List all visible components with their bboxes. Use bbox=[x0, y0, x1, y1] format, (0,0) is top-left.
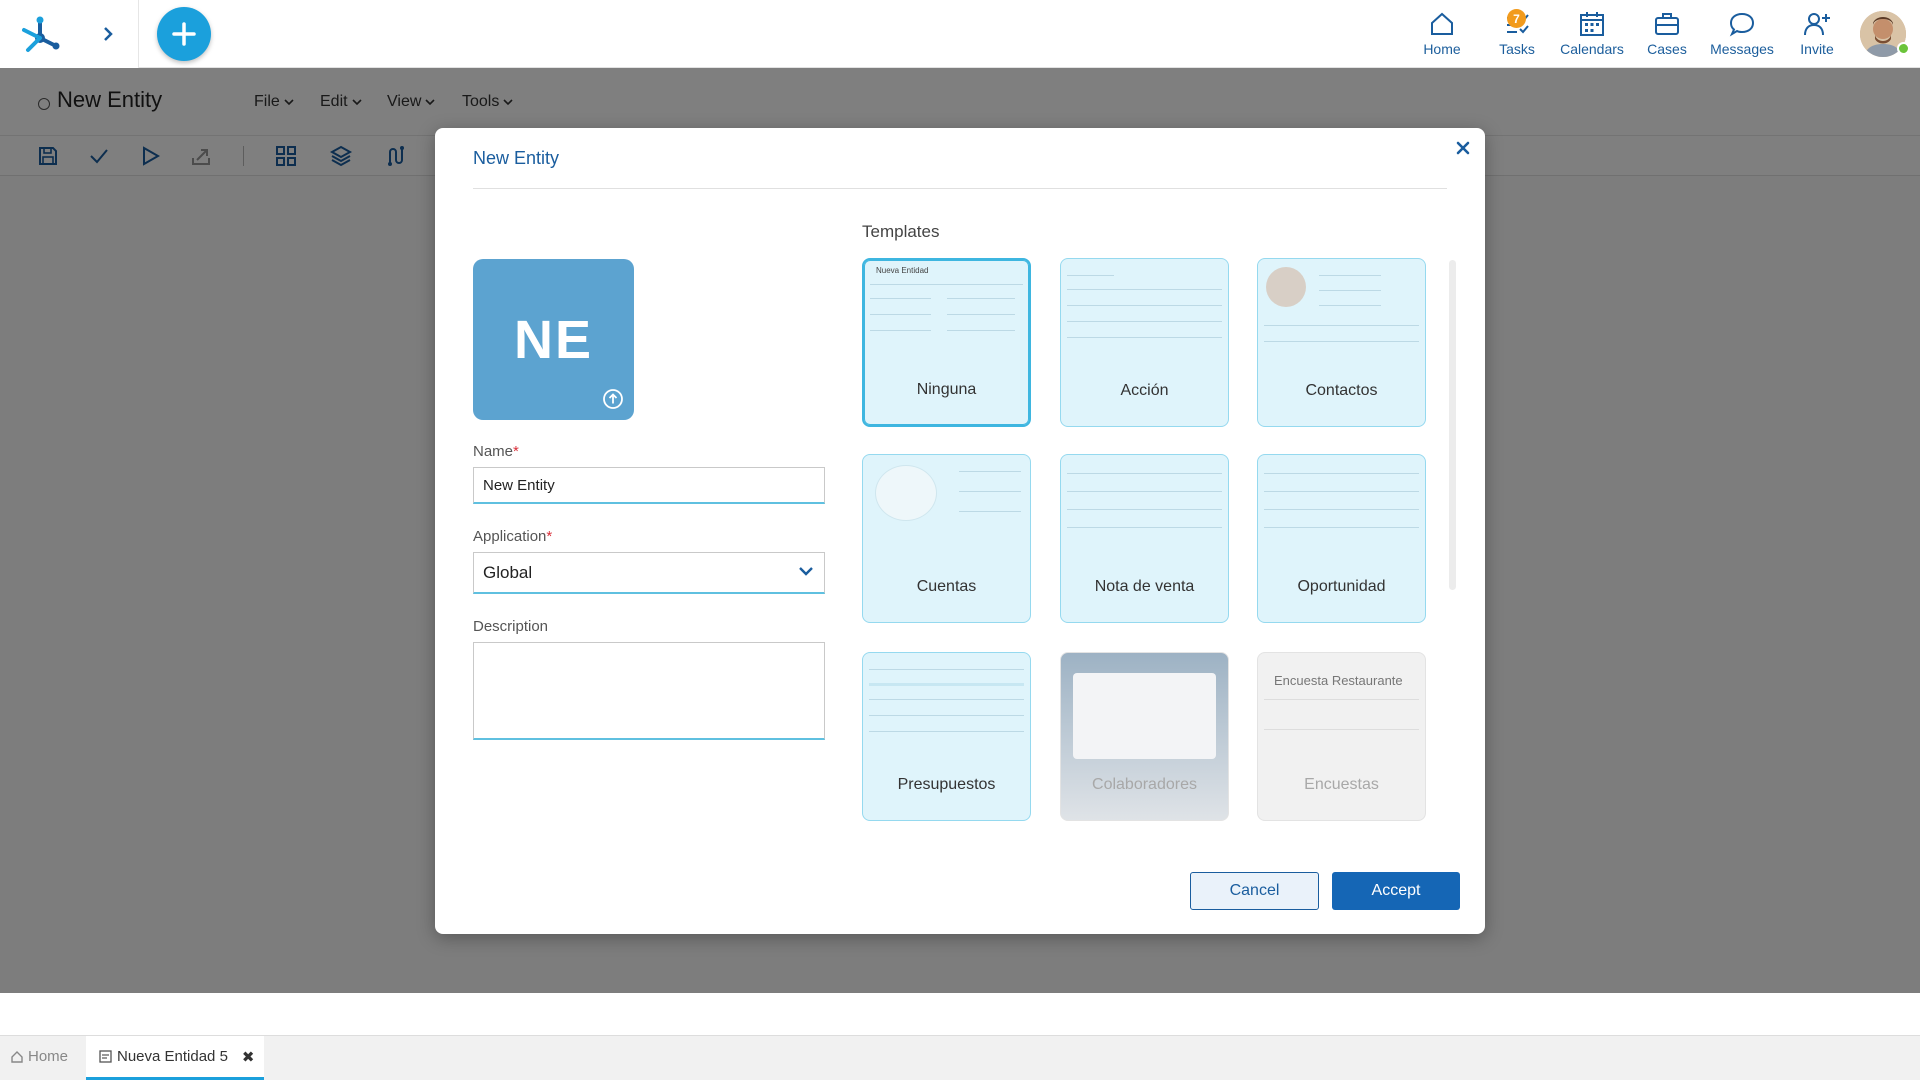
home-icon bbox=[1431, 12, 1453, 35]
chevron-right-icon[interactable] bbox=[96, 22, 120, 46]
template-label: Presupuestos bbox=[897, 776, 996, 793]
template-label: Cuentas bbox=[916, 578, 977, 595]
application-value: Global bbox=[483, 562, 533, 582]
description-field[interactable] bbox=[473, 642, 825, 740]
template-oportunidad[interactable]: Oportunidad bbox=[1257, 454, 1426, 623]
application-label-text: Application bbox=[473, 528, 547, 545]
logo-area bbox=[0, 0, 139, 68]
name-label: Name* bbox=[473, 443, 519, 460]
tab-active-label: Nueva Entidad 5 bbox=[117, 1048, 228, 1065]
briefcase-icon bbox=[1655, 13, 1679, 35]
nav-messages-label: Messages bbox=[1710, 41, 1774, 57]
top-navigation-bar: Home 7 Tasks Calendars Cases Messages In… bbox=[0, 0, 1920, 68]
template-preview-title: Nueva Entidad bbox=[876, 266, 929, 275]
nav-invite-label: Invite bbox=[1800, 41, 1834, 57]
entity-icon-tile[interactable]: NE bbox=[473, 259, 634, 420]
template-preview bbox=[869, 461, 1024, 551]
template-label: Acción bbox=[1120, 382, 1169, 399]
nav-home-label: Home bbox=[1423, 41, 1461, 57]
close-icon[interactable] bbox=[1454, 139, 1472, 157]
nav-messages[interactable]: Messages bbox=[1702, 9, 1782, 61]
cancel-button[interactable]: Cancel bbox=[1190, 872, 1319, 910]
plus-icon bbox=[172, 22, 196, 46]
application-select[interactable]: Global bbox=[473, 552, 825, 594]
template-colaboradores[interactable]: Colaboradores bbox=[1060, 652, 1229, 821]
bottom-tab-bar: Home Nueva Entidad 5 ✖ bbox=[0, 1035, 1920, 1080]
template-accion[interactable]: Acción bbox=[1060, 258, 1229, 427]
template-preview bbox=[1264, 461, 1419, 551]
nav-calendars[interactable]: Calendars bbox=[1552, 9, 1632, 61]
template-label: Ninguna bbox=[916, 381, 977, 398]
template-preview bbox=[1067, 659, 1222, 759]
logo-placeholder bbox=[875, 465, 937, 521]
template-preview: Nueva Entidad bbox=[870, 266, 1023, 356]
nav-invite[interactable]: Invite bbox=[1777, 9, 1857, 61]
home-icon bbox=[11, 1050, 23, 1063]
dialog-divider bbox=[473, 188, 1447, 189]
templates-scrollbar[interactable] bbox=[1449, 260, 1456, 590]
dialog-title: New Entity bbox=[473, 148, 560, 168]
template-nota-de-venta[interactable]: Nota de venta bbox=[1060, 454, 1229, 623]
name-field[interactable] bbox=[473, 467, 825, 504]
template-ninguna[interactable]: Nueva Entidad Ninguna bbox=[862, 258, 1031, 427]
chat-icon bbox=[1729, 12, 1755, 37]
template-preview-title: Encuesta Restaurante bbox=[1274, 673, 1403, 688]
tab-home[interactable]: Home bbox=[10, 1048, 68, 1065]
description-label: Description bbox=[473, 618, 549, 635]
nav-cases[interactable]: Cases bbox=[1627, 9, 1707, 61]
nav-cases-label: Cases bbox=[1647, 41, 1687, 57]
chevron-down-icon bbox=[799, 567, 813, 576]
upload-icon[interactable] bbox=[602, 388, 624, 410]
template-preview bbox=[1264, 265, 1419, 355]
online-status-dot bbox=[1897, 42, 1910, 55]
template-label: Colaboradores bbox=[1092, 776, 1197, 793]
required-asterisk: * bbox=[546, 528, 553, 545]
template-preview: Encuesta Restaurante bbox=[1264, 659, 1419, 749]
add-user-icon bbox=[1804, 13, 1830, 36]
new-entity-dialog: New Entity NE Name* Application* Global … bbox=[435, 128, 1485, 934]
contact-photo bbox=[1266, 267, 1306, 307]
template-label: Oportunidad bbox=[1297, 578, 1386, 595]
template-encuestas[interactable]: Encuesta Restaurante Encuestas bbox=[1257, 652, 1426, 821]
tab-nueva-entidad[interactable]: Nueva Entidad 5 ✖ bbox=[86, 1036, 264, 1080]
template-preview bbox=[1067, 265, 1222, 355]
required-asterisk: * bbox=[513, 443, 519, 460]
entity-initials: NE bbox=[513, 309, 593, 370]
template-contactos[interactable]: Contactos bbox=[1257, 258, 1426, 427]
nav-tasks-label: Tasks bbox=[1499, 41, 1535, 57]
accept-button[interactable]: Accept bbox=[1332, 872, 1460, 910]
tasks-count-badge: 7 bbox=[1507, 9, 1526, 28]
name-label-text: Name bbox=[473, 443, 514, 460]
calendar-icon bbox=[1580, 12, 1604, 36]
app-logo-icon[interactable] bbox=[16, 10, 64, 58]
template-preview bbox=[1067, 461, 1222, 551]
tab-home-label: Home bbox=[28, 1048, 69, 1065]
template-cuentas[interactable]: Cuentas bbox=[862, 454, 1031, 623]
status-strip bbox=[0, 993, 1920, 1035]
form-icon bbox=[99, 1050, 112, 1063]
close-tab-icon[interactable]: ✖ bbox=[242, 1048, 255, 1066]
nav-tasks[interactable]: 7 Tasks bbox=[1477, 9, 1557, 61]
template-label: Nota de venta bbox=[1094, 578, 1195, 595]
nav-calendars-label: Calendars bbox=[1560, 41, 1624, 57]
template-label: Contactos bbox=[1305, 382, 1378, 399]
template-presupuestos[interactable]: Presupuestos bbox=[862, 652, 1031, 821]
add-button[interactable] bbox=[157, 7, 211, 61]
preview-card bbox=[1073, 673, 1216, 759]
template-label: Encuestas bbox=[1304, 776, 1379, 793]
nav-home[interactable]: Home bbox=[1402, 9, 1482, 61]
template-preview bbox=[869, 659, 1024, 749]
templates-heading: Templates bbox=[862, 222, 940, 241]
application-label: Application* bbox=[473, 528, 552, 545]
